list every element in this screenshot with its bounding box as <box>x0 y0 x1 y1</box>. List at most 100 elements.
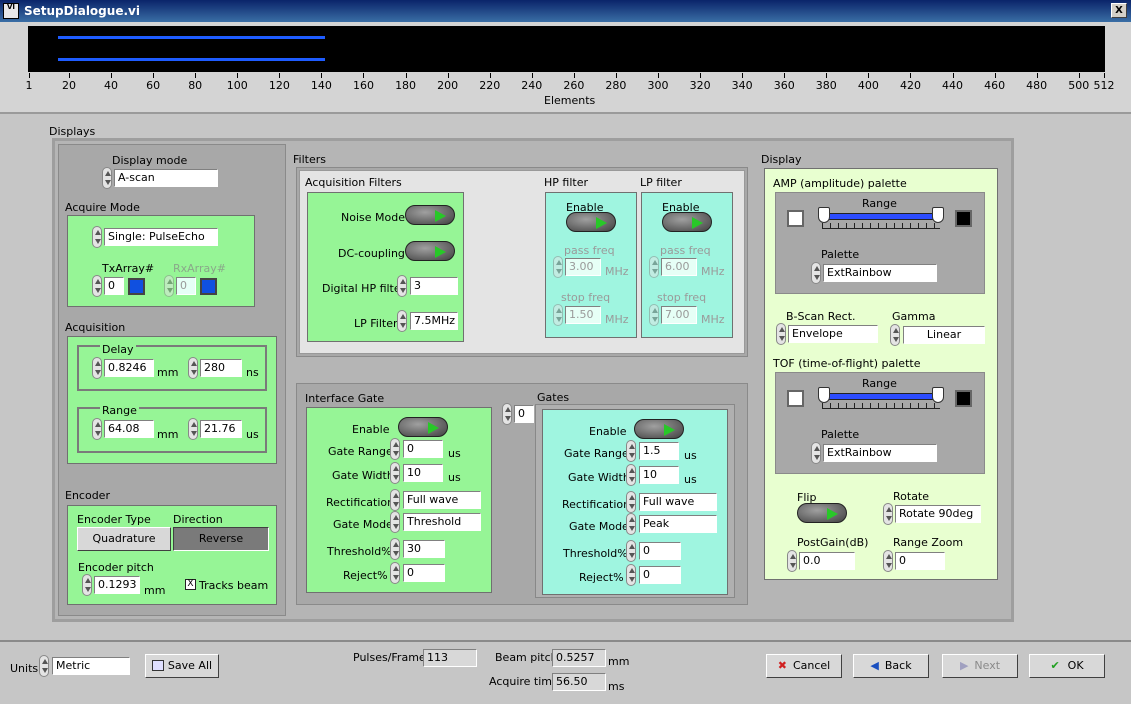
ig-threshold-spinner[interactable] <box>390 538 400 560</box>
g-gate-range-spinner[interactable] <box>626 440 636 462</box>
axis-tick-label: 1 <box>25 79 33 92</box>
g-gate-width-input[interactable]: 10 <box>639 466 679 484</box>
hp-enable-toggle[interactable] <box>566 212 616 232</box>
tof-range-high-thumb[interactable] <box>932 387 944 403</box>
amp-range-high-thumb[interactable] <box>932 207 944 223</box>
tof-range-slider[interactable] <box>820 393 942 400</box>
postgain-input[interactable]: 0.0 <box>799 552 855 570</box>
units-spinner[interactable] <box>39 655 49 677</box>
rotate-spinner[interactable] <box>883 503 893 525</box>
range-zoom-spinner[interactable] <box>883 550 893 572</box>
ok-button[interactable]: ✔ OK <box>1029 654 1105 678</box>
encoder-pitch-spinner[interactable] <box>82 574 92 596</box>
digital-hp-input[interactable]: 3 <box>410 277 458 295</box>
g-gate-range-input[interactable]: 1.5 <box>639 442 679 460</box>
display-mode-select[interactable]: A-scan <box>114 169 218 187</box>
tracks-beam-checkbox[interactable]: X <box>185 579 196 590</box>
g-enable-toggle[interactable] <box>634 419 684 439</box>
next-button[interactable]: ▶ Next <box>942 654 1018 678</box>
g-gate-width-spinner[interactable] <box>626 464 636 486</box>
g-reject-spinner[interactable] <box>626 564 636 586</box>
save-all-button[interactable]: Save All <box>145 654 219 678</box>
tx-array-spinner[interactable] <box>92 275 102 297</box>
noise-mode-toggle[interactable] <box>405 205 455 225</box>
lp-enable-toggle[interactable] <box>662 212 712 232</box>
ig-gate-range-input[interactable]: 0 <box>403 440 443 458</box>
acquire-mode-select[interactable]: Single: PulseEcho <box>104 228 218 246</box>
gate-index-spinner[interactable] <box>502 403 512 425</box>
rotate-select[interactable]: Rotate 90deg <box>895 505 981 523</box>
amp-low-color[interactable] <box>787 210 804 227</box>
hp-stop-unit: MHz <box>605 313 629 326</box>
delay-mm-input[interactable]: 0.8246 <box>104 359 154 377</box>
ig-rect-select[interactable]: Full wave <box>403 491 481 509</box>
tof-palette-select[interactable]: ExtRainbow <box>823 444 937 462</box>
g-mode-spinner[interactable] <box>626 513 636 535</box>
tof-low-color[interactable] <box>787 390 804 407</box>
element-graph <box>28 26 1105 72</box>
tof-range-low-thumb[interactable] <box>818 387 830 403</box>
ig-gate-width-spinner[interactable] <box>390 462 400 484</box>
ig-mode-select[interactable]: Threshold <box>403 513 481 531</box>
back-button[interactable]: ◀ Back <box>853 654 929 678</box>
encoder-pitch-input[interactable]: 0.1293 <box>94 576 140 594</box>
lp-filter-spinner[interactable] <box>397 310 407 332</box>
direction-button[interactable]: Reverse <box>173 527 269 551</box>
g-threshold-input[interactable]: 0 <box>639 542 681 560</box>
ig-reject-input[interactable]: 0 <box>403 564 445 582</box>
delay-mm-spinner[interactable] <box>92 357 102 379</box>
ig-enable-toggle[interactable] <box>398 417 448 437</box>
ig-mode-spinner[interactable] <box>390 511 400 533</box>
amp-high-color[interactable] <box>955 210 972 227</box>
axis-tick-label: 460 <box>984 79 1006 92</box>
range-mm-spinner[interactable] <box>92 418 102 440</box>
close-button[interactable]: X <box>1111 3 1127 18</box>
range-us-spinner[interactable] <box>188 418 198 440</box>
units-select[interactable]: Metric <box>52 657 130 675</box>
g-threshold-spinner[interactable] <box>626 540 636 562</box>
tof-high-color[interactable] <box>955 390 972 407</box>
ig-gate-width-input[interactable]: 10 <box>403 464 443 482</box>
delay-ns-input[interactable]: 280 <box>200 359 242 377</box>
amp-palette-select[interactable]: ExtRainbow <box>823 264 937 282</box>
gamma-spinner[interactable] <box>890 324 900 346</box>
gamma-select[interactable]: Linear <box>903 326 985 344</box>
title-bar: VI SetupDialogue.vi X <box>0 0 1131 22</box>
flip-toggle[interactable] <box>797 503 847 523</box>
g-mode-select[interactable]: Peak <box>639 515 717 533</box>
encoder-type-button[interactable]: Quadrature <box>77 527 171 551</box>
bscan-rect-spinner[interactable] <box>776 323 786 345</box>
g-reject-input[interactable]: 0 <box>639 566 681 584</box>
ig-rect-spinner[interactable] <box>390 489 400 511</box>
dc-coupling-toggle[interactable] <box>405 241 455 261</box>
digital-hp-label: Digital HP filter <box>322 282 406 295</box>
tof-palette-spinner[interactable] <box>811 442 821 464</box>
ig-threshold-input[interactable]: 30 <box>403 540 445 558</box>
bscan-rect-select[interactable]: Envelope <box>788 325 878 343</box>
postgain-spinner[interactable] <box>787 550 797 572</box>
ig-reject-spinner[interactable] <box>390 562 400 584</box>
amp-palette-spinner[interactable] <box>811 262 821 284</box>
encoder-pitch-unit: mm <box>144 584 166 597</box>
amp-range-slider[interactable] <box>820 213 942 220</box>
tx-array-input[interactable]: 0 <box>104 277 124 295</box>
cancel-button[interactable]: ✖ Cancel <box>766 654 842 678</box>
range-mm-input[interactable]: 64.08 <box>104 420 154 438</box>
digital-hp-spinner[interactable] <box>397 275 407 297</box>
cancel-icon: ✖ <box>777 659 787 672</box>
range-us-input[interactable]: 21.76 <box>200 420 242 438</box>
ig-gate-range-spinner[interactable] <box>390 438 400 460</box>
g-rect-spinner[interactable] <box>626 491 636 513</box>
display-mode-spinner[interactable] <box>102 167 112 189</box>
lp-filter-select[interactable]: 7.5MHz <box>410 312 458 330</box>
ig-reject-label: Reject% <box>343 569 388 582</box>
acquire-mode-spinner[interactable] <box>92 226 102 248</box>
gate-index-input[interactable]: 0 <box>514 405 534 423</box>
range-zoom-input[interactable]: 0 <box>895 552 945 570</box>
delay-ns-spinner[interactable] <box>188 357 198 379</box>
amp-range-low-thumb[interactable] <box>818 207 830 223</box>
tx-color-box[interactable] <box>128 278 145 295</box>
g-rect-select[interactable]: Full wave <box>639 493 717 511</box>
back-label: Back <box>884 659 912 672</box>
acquisition-label: Acquisition <box>65 321 126 334</box>
